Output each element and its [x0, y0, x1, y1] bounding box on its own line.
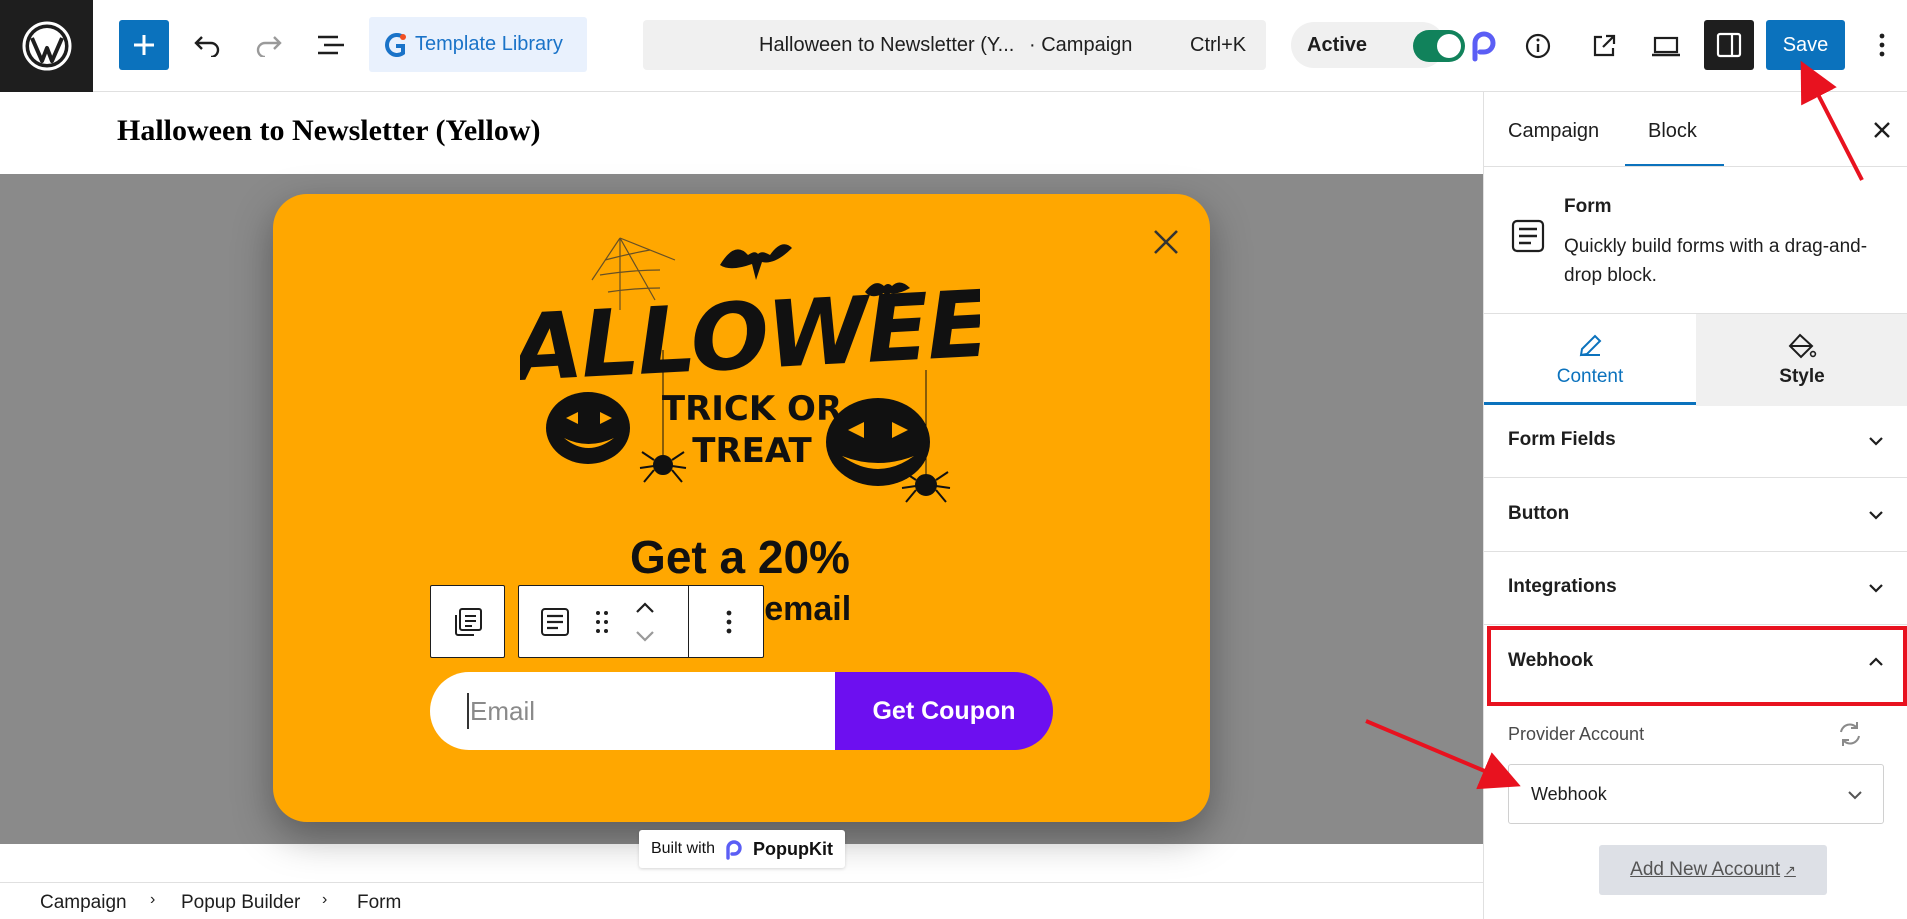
move-down-icon[interactable]: [631, 624, 659, 648]
block-card-description: Quickly build forms with a drag-and-drop…: [1564, 236, 1868, 286]
sidebar-icon: [1716, 32, 1742, 58]
svg-text:TREAT: TREAT: [692, 431, 812, 471]
block-toolbar: [518, 585, 764, 658]
breadcrumb-item[interactable]: Form: [357, 892, 401, 914]
tab-style[interactable]: Style: [1696, 314, 1907, 406]
provider-account-select[interactable]: Webhook: [1508, 764, 1884, 824]
tabs-divider: [1484, 166, 1907, 167]
popupkit-logo-icon[interactable]: [1464, 24, 1504, 68]
chevron-down-icon: [1848, 791, 1862, 800]
editor-header: Template Library Halloween to Newsletter…: [0, 0, 1907, 92]
gutenkit-logo-icon: [385, 32, 406, 57]
toolbar-divider: [688, 586, 689, 657]
save-button[interactable]: Save: [1766, 20, 1845, 70]
panel-title: Form Fields: [1508, 429, 1616, 450]
panel-button[interactable]: Button: [1484, 479, 1907, 552]
provider-select-value: Webhook: [1531, 784, 1607, 804]
popupkit-badge-icon: [726, 840, 742, 860]
move-up-icon[interactable]: [631, 596, 659, 620]
drag-handle-icon[interactable]: [587, 602, 617, 642]
parent-block-icon: [454, 607, 482, 636]
annotation-highlight-box: [1487, 626, 1907, 706]
panel-form-fields[interactable]: Form Fields: [1484, 405, 1907, 478]
add-new-account-button[interactable]: Add New Account ↗: [1599, 845, 1827, 895]
document-overview-button[interactable]: [310, 22, 352, 68]
breadcrumb-separator-icon: ›: [150, 891, 156, 908]
command-document-title: Halloween to Newsletter (Y...: [759, 34, 1015, 56]
tab-style-label: Style: [1779, 366, 1825, 387]
info-button[interactable]: [1516, 24, 1560, 68]
get-coupon-button[interactable]: Get Coupon: [835, 672, 1053, 750]
tab-block[interactable]: Block: [1648, 120, 1697, 143]
content-style-tabs: Content Style: [1484, 313, 1907, 406]
refresh-icon[interactable]: [1835, 719, 1865, 749]
select-parent-block-button[interactable]: [430, 585, 505, 658]
panel-title: Integrations: [1508, 576, 1617, 597]
desktop-icon: [1652, 36, 1680, 57]
wordpress-logo-icon[interactable]: [0, 0, 93, 92]
svg-text:HALLOWEEN: HALLOWEEN: [520, 267, 980, 407]
external-link-icon: [1593, 34, 1616, 57]
block-card-title: Form: [1564, 196, 1612, 217]
built-with-label: Built with: [650, 840, 716, 857]
provider-account-label: Provider Account: [1508, 724, 1645, 744]
text-cursor: [467, 693, 469, 729]
settings-sidebar: Campaign Block Form Quickly build forms …: [1483, 92, 1907, 919]
info-icon: [1525, 33, 1551, 59]
chevron-down-icon: [1869, 511, 1883, 520]
status-label: Active: [1307, 34, 1368, 56]
paint-bucket-icon: [1788, 333, 1817, 359]
device-preview-button[interactable]: [1644, 24, 1688, 68]
add-block-button[interactable]: [119, 20, 169, 70]
add-new-account-label: Add New Account: [1630, 859, 1781, 880]
halloween-artwork-image: HALLOWEEN TRICK OR TREAT: [520, 237, 980, 503]
tab-campaign[interactable]: Campaign: [1508, 120, 1599, 143]
template-library-label: Template Library: [415, 33, 563, 55]
undo-button[interactable]: [186, 22, 228, 68]
breadcrumb-separator-icon: ›: [322, 891, 328, 908]
built-with-brand: PopupKit: [753, 838, 833, 859]
external-arrow-icon: ↗: [1784, 861, 1796, 878]
svg-text:TRICK OR: TRICK OR: [662, 389, 842, 429]
form-block-icon[interactable]: [535, 602, 575, 642]
block-options-icon[interactable]: [709, 602, 749, 642]
template-library-button[interactable]: Template Library: [369, 17, 587, 72]
close-sidebar-button[interactable]: [1866, 114, 1898, 146]
tab-content[interactable]: Content: [1484, 314, 1696, 406]
breadcrumb-item[interactable]: Campaign: [40, 892, 127, 914]
status-toggle[interactable]: [1413, 30, 1465, 62]
undo-icon: [194, 36, 220, 57]
popup-close-icon[interactable]: [1146, 222, 1186, 262]
more-options-button[interactable]: [1864, 22, 1900, 68]
email-input[interactable]: [430, 672, 837, 750]
campaign-status-control: Active: [1291, 22, 1465, 68]
redo-icon: [256, 36, 282, 57]
block-breadcrumb: Campaign › Popup Builder › Form: [0, 882, 1483, 919]
plus-icon: [134, 35, 154, 55]
post-title[interactable]: Halloween to Newsletter (Yellow): [117, 114, 541, 148]
settings-sidebar-button[interactable]: [1704, 20, 1754, 70]
breadcrumb-item[interactable]: Popup Builder: [181, 892, 300, 914]
view-external-button[interactable]: [1582, 24, 1626, 68]
command-shortcut: Ctrl+K: [1190, 34, 1247, 56]
command-palette-bar[interactable]: Halloween to Newsletter (Y... · Campaign…: [643, 20, 1266, 70]
chevron-down-icon: [1869, 584, 1883, 593]
panel-title: Button: [1508, 503, 1570, 524]
command-document-type: · Campaign: [1029, 34, 1133, 56]
form-block-card-icon: [1511, 219, 1545, 253]
panel-integrations[interactable]: Integrations: [1484, 552, 1907, 625]
popup-headline: Get a 20%: [630, 531, 850, 583]
chevron-down-icon: [1869, 437, 1883, 446]
list-view-icon: [318, 35, 344, 55]
close-icon: [1874, 122, 1890, 138]
pencil-icon: [1579, 334, 1602, 357]
vertical-ellipsis-icon: [1879, 33, 1885, 57]
redo-button[interactable]: [248, 22, 290, 68]
built-with-badge[interactable]: Built with PopupKit: [639, 830, 845, 868]
tab-content-label: Content: [1556, 366, 1624, 387]
